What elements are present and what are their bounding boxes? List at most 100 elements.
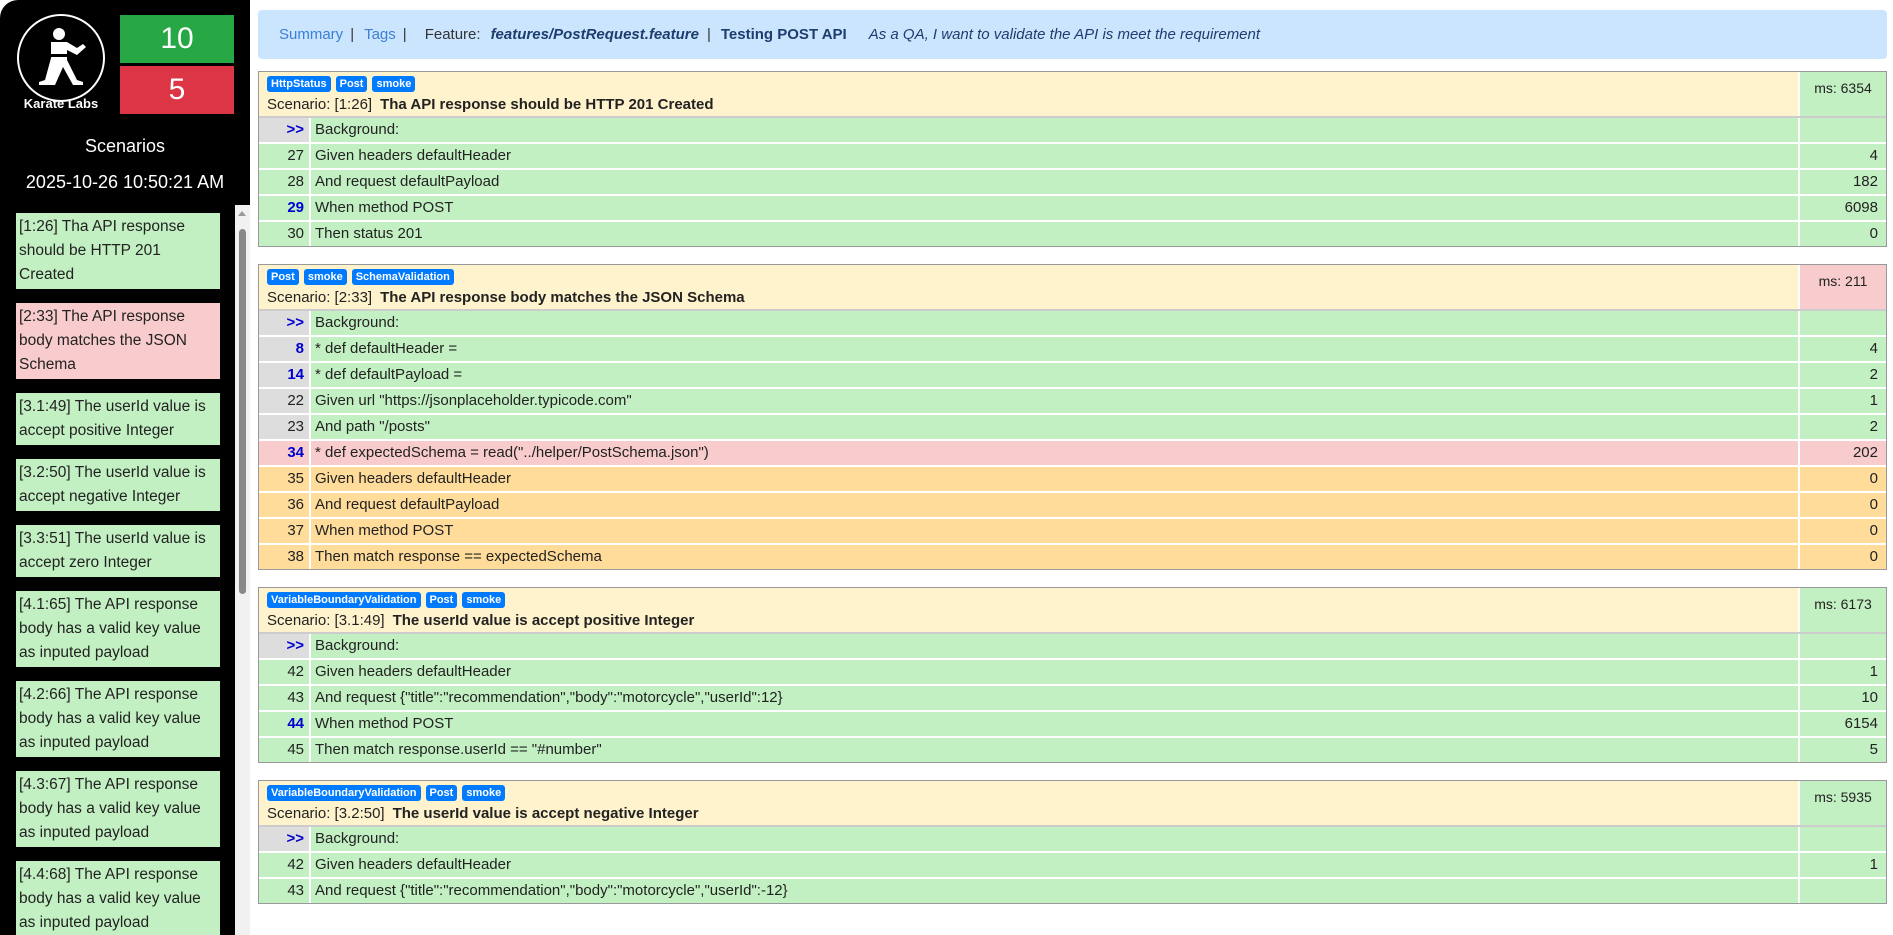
step-line-number[interactable]: >> [259, 827, 311, 851]
step-list: >> Background: 27 Given headers defaultHead… [259, 116, 1886, 246]
failed-count[interactable]: 5 [120, 66, 234, 114]
step-duration [1800, 311, 1886, 335]
step-row: 34 * def expectedSchema = read("../helper… [259, 439, 1886, 465]
step-text: Given headers defaultHeader [311, 467, 1800, 491]
scenario-header: VariableBoundaryValidation Post smoke Scena… [259, 781, 1886, 825]
step-line-number: 30 [259, 222, 311, 246]
step-row: 42 Given headers defaultHeader 1 [259, 851, 1886, 877]
tag-badge[interactable]: Post [267, 269, 299, 285]
scenario-list-item[interactable]: [2:33] The API response body matches the… [16, 303, 220, 379]
step-text: When method POST [311, 196, 1800, 220]
tag-badge[interactable]: Post [335, 76, 368, 92]
scenario-list-item[interactable]: [4.1:65] The API response body has a val… [16, 591, 220, 667]
tag-badge[interactable]: Post [425, 785, 458, 801]
step-line-number: 38 [259, 545, 311, 569]
step-row: 27 Given headers defaultHeader 4 [259, 142, 1886, 168]
scenario-block: VariableBoundaryValidation Post smoke Scena… [258, 780, 1887, 904]
step-row: 29 When method POST 6098 [259, 194, 1886, 220]
step-duration [1800, 634, 1886, 658]
scenario-list-item[interactable]: [3.3:51] The userId value is accept zero… [16, 525, 220, 577]
tag-badge[interactable]: VariableBoundaryValidation [267, 785, 421, 801]
tag-badge[interactable]: VariableBoundaryValidation [267, 592, 421, 608]
step-duration [1800, 118, 1886, 142]
step-text: * def expectedSchema = read("../helper/P… [311, 441, 1800, 465]
step-row: 35 Given headers defaultHeader 0 [259, 465, 1886, 491]
step-row: 37 When method POST 0 [259, 517, 1886, 543]
step-duration: 0 [1800, 519, 1886, 543]
scenario-title: Scenario: [1:26] Tha API response should … [267, 96, 1790, 113]
step-row: 22 Given url "https://jsonplaceholder.typ… [259, 387, 1886, 413]
scenario-list-item[interactable]: [3.1:49] The userId value is accept posi… [16, 393, 220, 445]
tag-badge[interactable]: smoke [462, 592, 506, 608]
scenario-list-item[interactable]: [3.2:50] The userId value is accept nega… [16, 459, 220, 511]
scenario-list-item[interactable]: [4.4:68] The API response body has a val… [16, 861, 220, 935]
scenario-list-item[interactable]: [4.3:67] The API response body has a val… [16, 771, 220, 847]
step-row: 8 * def defaultHeader = 4 [259, 335, 1886, 361]
scenario-list-item[interactable]: [4.2:66] The API response body has a val… [16, 681, 220, 757]
tag-badge[interactable]: SchemaValidation [351, 269, 454, 285]
step-line-number: 8 [259, 337, 311, 361]
step-row: 44 When method POST 6154 [259, 710, 1886, 736]
step-text: Then match response.userId == "#number" [311, 738, 1800, 762]
step-row: 43 And request {"title":"recommendation",… [259, 877, 1886, 903]
tag-badge[interactable]: smoke [372, 76, 416, 92]
summary-link[interactable]: Summary [279, 26, 343, 43]
step-text: And request defaultPayload [311, 170, 1800, 194]
step-row: >> Background: [259, 825, 1886, 851]
scenario-duration: ms: 6173 [1798, 588, 1886, 632]
step-text: Given headers defaultHeader [311, 660, 1800, 684]
step-line-number: 35 [259, 467, 311, 491]
scenario-prefix: Scenario: [267, 289, 331, 306]
scenario-id: [1:26] [334, 96, 373, 113]
step-line-number[interactable]: >> [259, 311, 311, 335]
scenario-header: Post smoke SchemaValidation Scenario: [2:33… [259, 265, 1886, 309]
scroll-up-icon[interactable] [238, 211, 246, 216]
tag-badge[interactable]: smoke [303, 269, 347, 285]
passed-count[interactable]: 10 [120, 15, 234, 63]
tag-list: Post smoke SchemaValidation [267, 269, 1790, 285]
tag-badge[interactable]: smoke [462, 785, 506, 801]
feature-title: Testing POST API [720, 26, 847, 43]
step-duration: 0 [1800, 467, 1886, 491]
scenario-block: Post smoke SchemaValidation Scenario: [2:33… [258, 264, 1887, 570]
scenario-name: The userId value is accept negative Inte… [392, 805, 699, 822]
separator: | [706, 26, 711, 43]
scenario-prefix: Scenario: [267, 96, 331, 113]
step-list: >> Background: 42 Given headers defaultHead… [259, 825, 1886, 903]
step-text: And request {"title":"recommendation","b… [311, 686, 1800, 710]
step-duration: 4 [1800, 144, 1886, 168]
step-line-number: 23 [259, 415, 311, 439]
scenario-block: HttpStatus Post smoke Scenario: [1:26] Tha A… [258, 71, 1887, 247]
step-row: 28 And request defaultPayload 182 [259, 168, 1886, 194]
step-duration: 1 [1800, 660, 1886, 684]
scenario-id: [3.1:49] [334, 612, 385, 629]
main-content: Summary | Tags | Feature: features/PostReq… [258, 0, 1887, 921]
step-line-number: 42 [259, 660, 311, 684]
step-row: 36 And request defaultPayload 0 [259, 491, 1886, 517]
step-line-number[interactable]: >> [259, 118, 311, 142]
step-text: * def defaultHeader = [311, 337, 1800, 361]
tag-badge[interactable]: HttpStatus [267, 76, 331, 92]
karate-labs-logo: Karate Labs [16, 14, 106, 114]
step-text: Then status 201 [311, 222, 1800, 246]
sidebar-scrollbar[interactable] [235, 205, 250, 935]
step-text: Background: [311, 827, 1800, 851]
separator: | [402, 26, 407, 43]
step-text: And path "/posts" [311, 415, 1800, 439]
scrollbar-thumb[interactable] [239, 229, 246, 594]
step-line-number: 34 [259, 441, 311, 465]
scenario-list-item[interactable]: [1:26] Tha API response should be HTTP 2… [16, 213, 220, 289]
step-line-number: 45 [259, 738, 311, 762]
tags-link[interactable]: Tags [364, 26, 396, 43]
step-text: Given url "https://jsonplaceholder.typic… [311, 389, 1800, 413]
step-text: Background: [311, 634, 1800, 658]
tag-badge[interactable]: Post [425, 592, 458, 608]
scenarios-label: Scenarios [84, 136, 166, 156]
step-text: * def defaultPayload = [311, 363, 1800, 387]
step-line-number[interactable]: >> [259, 634, 311, 658]
step-duration: 4 [1800, 337, 1886, 361]
feature-label: Feature: [424, 26, 481, 43]
scenario-duration: ms: 5935 [1798, 781, 1886, 825]
scenario-header: HttpStatus Post smoke Scenario: [1:26] Tha A… [259, 72, 1886, 116]
step-line-number: 29 [259, 196, 311, 220]
